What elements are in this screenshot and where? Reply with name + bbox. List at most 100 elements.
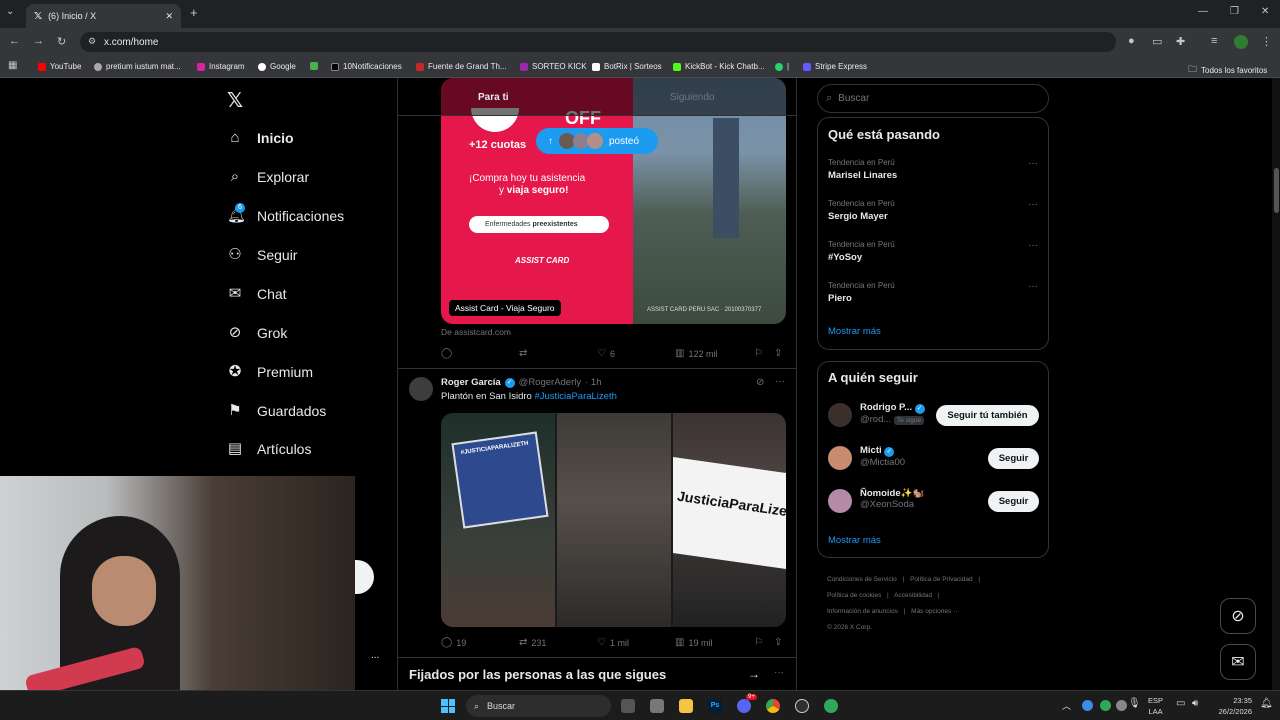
- sidebar-item-chat[interactable]: ✉ Chat: [227, 286, 287, 303]
- more-icon[interactable]: ···: [1028, 240, 1038, 251]
- discord-icon[interactable]: 9+: [737, 694, 757, 713]
- account-more-icon[interactable]: ...: [371, 650, 379, 661]
- bookmark-whatsapp[interactable]: |: [775, 62, 789, 71]
- taskbar-search[interactable]: ⌕ Buscar: [466, 695, 611, 717]
- bookmark-botrix[interactable]: BotRix | Sorteos: [592, 62, 662, 71]
- profile-avatar[interactable]: [1234, 35, 1248, 49]
- reply-button[interactable]: ◯ 19: [441, 637, 466, 648]
- obs-icon[interactable]: [795, 699, 809, 713]
- sidebar-item-guardados[interactable]: ⚑ Guardados: [227, 403, 326, 420]
- share-icon[interactable]: ⇪: [774, 637, 782, 648]
- more-icon[interactable]: ···: [775, 376, 785, 387]
- bookmark-sorteo-kick[interactable]: SORTEO KICK: [520, 62, 587, 71]
- follow-user-3[interactable]: Ñomoide✨🐿️ @XeonSoda: [860, 488, 924, 510]
- bookmark-youtube[interactable]: YouTube: [38, 62, 81, 71]
- more-icon[interactable]: ···: [774, 667, 784, 678]
- trend-item[interactable]: Tendencia en Perú Marisel Linares: [828, 158, 1038, 181]
- puzzle-icon[interactable]: ✚: [1176, 35, 1185, 48]
- like-button[interactable]: ♡ 6: [597, 348, 615, 359]
- sidebar-item-explorar[interactable]: ⌕ Explorar: [227, 169, 309, 186]
- post-compose-button[interactable]: [355, 560, 374, 594]
- footer-terms[interactable]: Condiciones de Servicio: [827, 576, 897, 583]
- footer-more[interactable]: Más opciones ···: [911, 608, 959, 615]
- bookmark-icon[interactable]: ⚐: [754, 348, 763, 359]
- reply-icon[interactable]: ◯: [441, 348, 452, 359]
- microphone-icon[interactable]: 🎙︎: [1128, 698, 1141, 709]
- scrollbar-thumb[interactable]: [1274, 168, 1279, 213]
- follow-user-2[interactable]: Micti ✓ @Mictia00: [860, 445, 905, 468]
- more-icon[interactable]: ···: [1028, 199, 1038, 210]
- task-view-icon[interactable]: [621, 699, 635, 713]
- restore-window-button[interactable]: ❐: [1230, 6, 1239, 17]
- views-button[interactable]: ▥ 122 mil: [675, 348, 717, 359]
- clock[interactable]: 23:35 26/2/2026: [1212, 695, 1252, 717]
- minimize-window-button[interactable]: —: [1198, 6, 1208, 17]
- bookmark-fuente[interactable]: Fuente de Grand Th...: [416, 62, 507, 71]
- chrome-icon[interactable]: [766, 699, 780, 713]
- bookmark-icon[interactable]: ⚐: [754, 637, 763, 648]
- author-name[interactable]: Roger García: [441, 377, 501, 388]
- tray-app-icon[interactable]: [1116, 700, 1127, 711]
- follow-show-more[interactable]: Mostrar más: [828, 535, 881, 546]
- more-icon[interactable]: ···: [1028, 281, 1038, 292]
- views-button[interactable]: ▥ 19 mil: [675, 637, 712, 648]
- author-handle[interactable]: @RogerAderly: [519, 377, 581, 388]
- avatar[interactable]: [828, 489, 852, 513]
- bookmark-pretium[interactable]: pretium iustum mat...: [94, 62, 181, 71]
- browser-app-icon[interactable]: [824, 699, 838, 713]
- photoshop-icon[interactable]: Ps: [708, 699, 722, 713]
- grok-float-button[interactable]: ⊘: [1220, 598, 1256, 634]
- follow-button[interactable]: Seguir: [988, 491, 1039, 512]
- search-input[interactable]: [838, 93, 1029, 104]
- browser-tab[interactable]: 𝕏 (6) Inicio / X ✕: [26, 4, 181, 28]
- page-scrollbar[interactable]: [1272, 78, 1280, 690]
- repost-button[interactable]: ⇄ 231: [519, 637, 546, 648]
- bookmark-stripe[interactable]: Stripe Express: [803, 62, 867, 71]
- follow-user-1[interactable]: Rodrigo P... ✓ @rod... Te sigue: [860, 402, 925, 425]
- more-icon[interactable]: ···: [1028, 158, 1038, 169]
- printer-app-icon[interactable]: [650, 699, 664, 713]
- tray-chevron-icon[interactable]: ︿: [1062, 699, 1071, 712]
- wallet-icon[interactable]: ▭: [1152, 35, 1162, 48]
- back-icon[interactable]: ←: [9, 35, 20, 47]
- ad-source[interactable]: De assistcard.com: [441, 327, 511, 337]
- sidebar-item-seguir[interactable]: ⚇ Seguir: [227, 247, 297, 264]
- media-icon[interactable]: ≡: [1211, 35, 1217, 47]
- volume-icon[interactable]: 🔊︎: [1192, 698, 1198, 709]
- apps-icon[interactable]: ▦: [8, 60, 17, 71]
- sidebar-item-grok[interactable]: ⊘ Grok: [227, 325, 288, 342]
- avatar[interactable]: [828, 446, 852, 470]
- messages-float-button[interactable]: ✉: [1220, 644, 1256, 680]
- grok-icon[interactable]: ⊘: [756, 377, 764, 388]
- hashtag-link[interactable]: #JusticiaParaLizeth: [534, 391, 616, 402]
- bookmark-notificaciones[interactable]: 10Notificaciones: [331, 62, 402, 71]
- author-avatar[interactable]: [409, 377, 433, 401]
- new-posts-pill[interactable]: ↑ posteó: [536, 128, 658, 154]
- reload-icon[interactable]: ↻: [57, 35, 66, 48]
- address-bar[interactable]: ⚙ x.com/home: [80, 32, 1116, 52]
- network-icon[interactable]: ▭: [1176, 698, 1185, 709]
- notifications-icon[interactable]: 🔔︎: [1260, 698, 1273, 709]
- windows-start-icon[interactable]: [441, 699, 455, 713]
- tab-search-button[interactable]: ⌄: [6, 6, 14, 17]
- avatar[interactable]: [828, 403, 852, 427]
- footer-cookies[interactable]: Política de cookies: [827, 592, 881, 599]
- repost-icon[interactable]: ⇄: [519, 348, 527, 359]
- post-media[interactable]: #JUSTICIAPARALIZETH JusticiaParaLizeth: [441, 413, 786, 627]
- site-info-icon[interactable]: ⚙: [88, 36, 96, 47]
- forward-icon[interactable]: →: [33, 35, 44, 47]
- trend-item[interactable]: Tendencia en Perú Piero: [828, 281, 1038, 304]
- language-indicator[interactable]: ESP LAA: [1148, 695, 1163, 717]
- bookmark-instagram[interactable]: Instagram: [197, 62, 245, 71]
- bookmark-extension[interactable]: [310, 62, 318, 70]
- close-window-button[interactable]: ✕: [1261, 6, 1269, 17]
- footer-privacy[interactable]: Política de Privacidad: [910, 576, 973, 583]
- tab-siguiendo[interactable]: Siguiendo: [670, 92, 714, 103]
- tab-close-icon[interactable]: ✕: [165, 11, 173, 22]
- menu-icon[interactable]: ⋮: [1261, 35, 1272, 48]
- sidebar-item-articulos[interactable]: ▤ Artículos: [227, 441, 312, 458]
- file-explorer-icon[interactable]: [679, 699, 693, 713]
- follow-button[interactable]: Seguir: [988, 448, 1039, 469]
- follow-back-button[interactable]: Seguir tú también: [936, 405, 1039, 426]
- arrow-right-icon[interactable]: →: [748, 667, 760, 681]
